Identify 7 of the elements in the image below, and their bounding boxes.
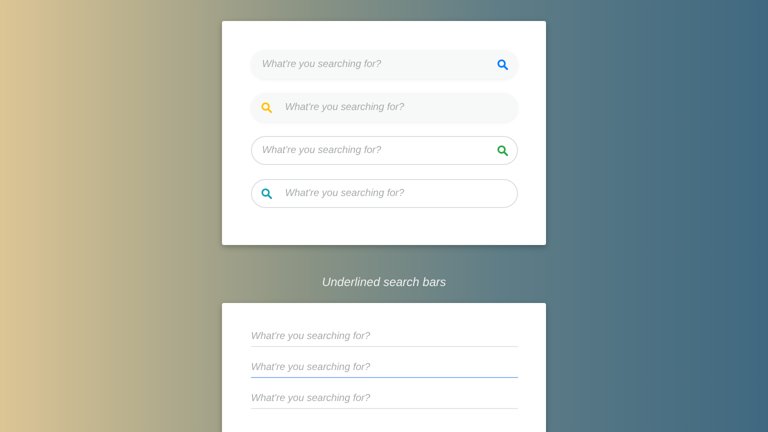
- search-field[interactable]: What're you searching for?: [251, 362, 518, 378]
- search-icon[interactable]: [497, 59, 508, 70]
- section-title: Underlined search bars: [320, 274, 448, 291]
- search-icon[interactable]: [261, 188, 272, 199]
- search-icon[interactable]: [497, 145, 508, 156]
- search-field[interactable]: What're you searching for?: [251, 179, 518, 208]
- search-field[interactable]: What're you searching for?: [251, 136, 518, 165]
